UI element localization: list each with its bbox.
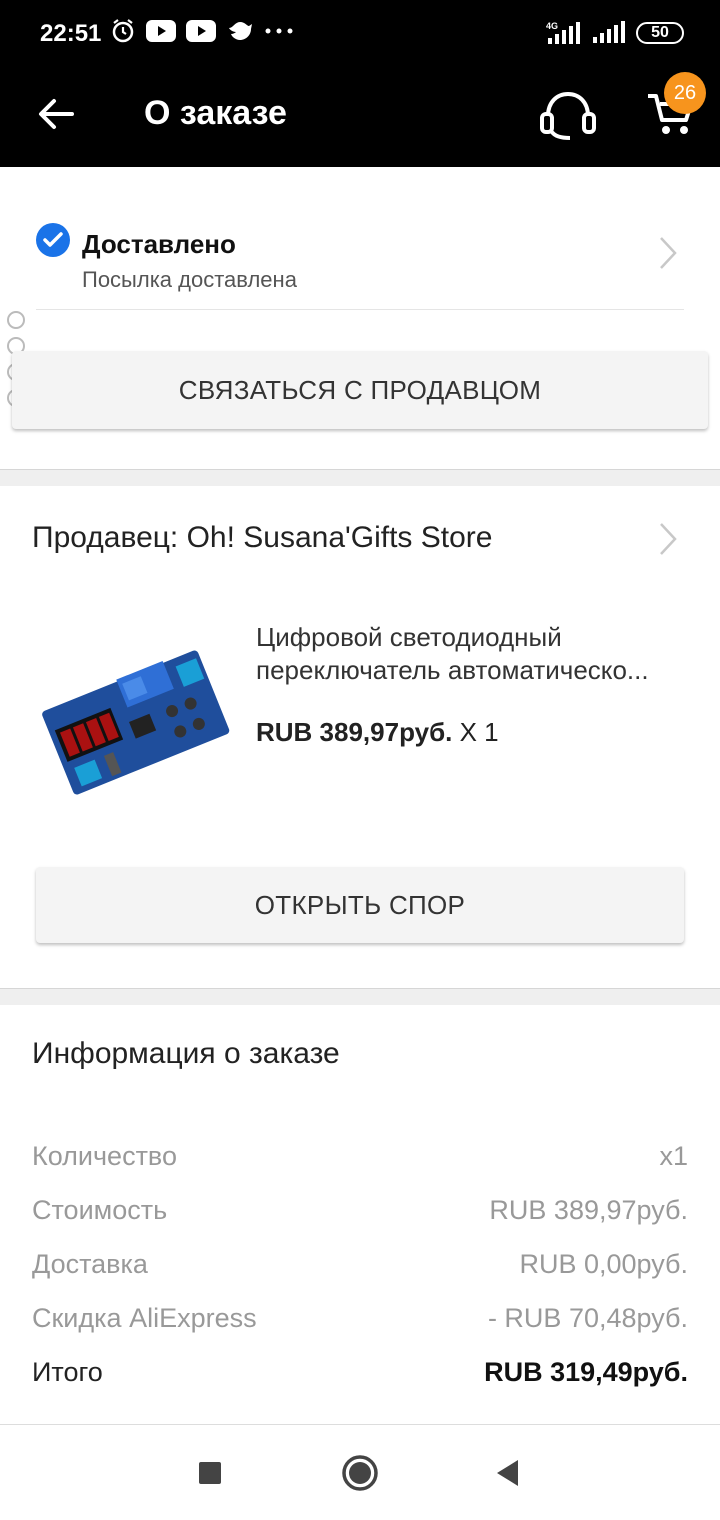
order-status-title: Доставлено [82, 229, 236, 259]
notification-icons [110, 18, 294, 44]
info-row-quantity: Количество x1 [32, 1141, 688, 1175]
divider [36, 309, 684, 310]
info-label: Количество [32, 1141, 177, 1171]
youtube-icon [186, 20, 216, 42]
alarm-icon [112, 19, 134, 43]
back-arrow-icon[interactable] [34, 92, 78, 136]
signal-icon [593, 21, 625, 43]
back-icon[interactable] [488, 1453, 528, 1493]
contact-seller-button[interactable]: СВЯЗАТЬСЯ С ПРОДАВЦОМ [12, 351, 708, 429]
order-status-subtitle: Посылка доставлена [82, 267, 297, 292]
info-value: RUB 389,97руб. [489, 1195, 688, 1225]
info-label: Скидка AliExpress [32, 1303, 257, 1333]
section-divider [0, 988, 720, 1005]
youtube-icon [146, 20, 176, 42]
network-label: 4G [546, 21, 558, 31]
seller-row[interactable]: Продавец: Oh! Susana'Gifts Store [0, 513, 720, 569]
info-value: x1 [659, 1141, 688, 1171]
info-row-discount: Скидка AliExpress - RUB 70,48руб. [32, 1303, 688, 1337]
home-icon[interactable] [340, 1453, 380, 1493]
check-circle-icon [36, 223, 70, 257]
status-time: 22:51 [40, 20, 102, 47]
info-row-total: Итого RUB 319,49руб. [32, 1357, 688, 1391]
section-divider [0, 469, 720, 486]
order-status-row[interactable]: Доставлено Посылка доставлена [0, 223, 720, 311]
app-bar: О заказе 26 [0, 68, 720, 167]
info-value: - RUB 70,48руб. [487, 1303, 688, 1333]
seller-name: Продавец: Oh! Susana'Gifts Store [32, 521, 493, 554]
product-price: RUB 389,97руб. [256, 717, 453, 747]
open-dispute-button[interactable]: ОТКРЫТЬ СПОР [36, 867, 684, 943]
info-row-cost: Стоимость RUB 389,97руб. [32, 1195, 688, 1229]
battery-indicator: 50 [636, 22, 684, 44]
recents-icon[interactable] [190, 1453, 230, 1493]
product-title-line1: Цифровой светодиодный [256, 622, 562, 652]
system-nav-bar [0, 1424, 720, 1520]
info-value: RUB 0,00руб. [519, 1249, 688, 1279]
info-label: Доставка [32, 1249, 148, 1279]
bird-icon [229, 22, 252, 40]
page-title: О заказе [144, 94, 287, 132]
product-thumbnail[interactable] [34, 639, 230, 809]
system-icons: 4G 50 [544, 20, 684, 46]
chevron-right-icon [660, 523, 677, 555]
info-label: Стоимость [32, 1195, 168, 1225]
product-quantity: X 1 [459, 717, 499, 747]
product-title[interactable]: Цифровой светодиодный переключатель авто… [256, 621, 696, 687]
info-value: RUB 319,49руб. [484, 1357, 688, 1387]
info-row-shipping: Доставка RUB 0,00руб. [32, 1249, 688, 1283]
product-title-line2: переключатель автоматическо... [256, 655, 649, 685]
chevron-right-icon [660, 237, 677, 269]
order-details-content: Доставлено Посылка доставлена СВЯЗАТЬСЯ … [0, 167, 720, 1424]
product-price-line: RUB 389,97руб. X 1 [256, 717, 499, 748]
order-info-title: Информация о заказе [32, 1037, 340, 1070]
status-bar: 22:51 4G 50 [0, 0, 720, 68]
more-dots-icon [265, 28, 293, 34]
cart-count-badge: 26 [664, 72, 706, 114]
signal-4g-icon: 4G [546, 21, 580, 44]
info-label: Итого [32, 1357, 103, 1387]
headset-icon[interactable] [538, 86, 598, 142]
